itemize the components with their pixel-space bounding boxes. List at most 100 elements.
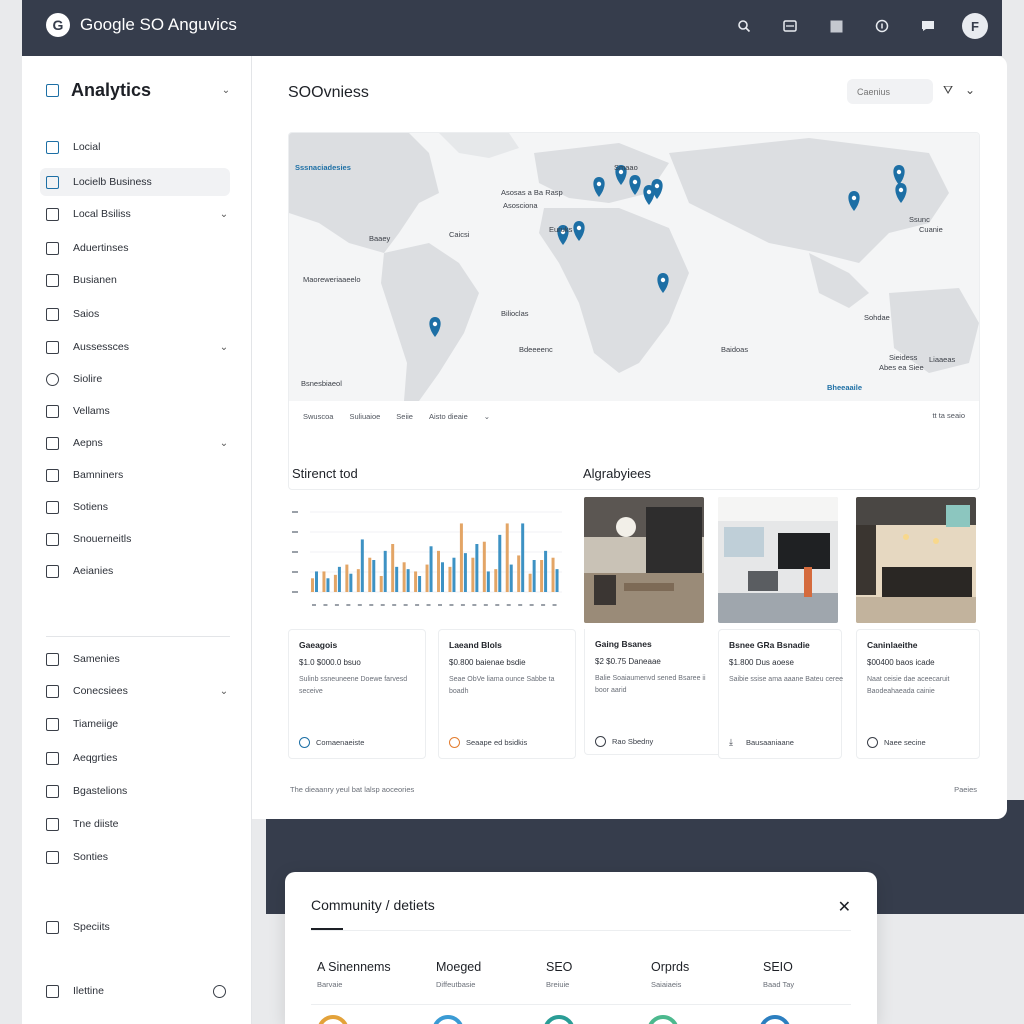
- chart-bar[interactable]: [326, 578, 330, 592]
- sidebar-item[interactable]: Sonties: [40, 844, 230, 870]
- chart-bar[interactable]: [345, 564, 349, 592]
- chart-bar[interactable]: [521, 523, 525, 592]
- chart-bar[interactable]: [414, 571, 418, 592]
- sidebar-item[interactable]: Tne diiste: [40, 811, 230, 837]
- sidebar-item[interactable]: Samenies: [40, 646, 230, 672]
- sidebar-item[interactable]: Saios: [40, 301, 230, 327]
- chart-bar[interactable]: [333, 574, 337, 592]
- map-region-label[interactable]: Maoreweriaaeelo: [303, 275, 361, 284]
- chart-bar[interactable]: [383, 550, 387, 592]
- brand[interactable]: G Google SO Anguvics: [46, 13, 237, 37]
- chart-bar[interactable]: [379, 576, 383, 592]
- chevron-down-icon[interactable]: ⌄: [965, 83, 975, 97]
- chart-bar[interactable]: [471, 557, 475, 592]
- map-footer-item[interactable]: Suliuaioe: [349, 412, 380, 421]
- chevron-down-icon[interactable]: ⌄: [484, 412, 490, 421]
- filter-icon[interactable]: ⛛: [943, 83, 953, 98]
- community-column[interactable]: A Sinennems Barvaie: [317, 960, 417, 989]
- map-region-label[interactable]: Smaao: [614, 163, 638, 172]
- card-footer[interactable]: Comaenaeiste: [299, 737, 364, 748]
- world-map[interactable]: [289, 133, 980, 401]
- chart-bar[interactable]: [441, 562, 444, 592]
- map-region-label[interactable]: Bsnesbiaeol: [301, 379, 342, 388]
- chart-bar[interactable]: [448, 566, 452, 592]
- chart-bar[interactable]: [463, 553, 467, 592]
- avatar[interactable]: F: [962, 13, 988, 39]
- chart-bar[interactable]: [368, 557, 372, 592]
- chart-bar[interactable]: [452, 557, 456, 592]
- map-region-label[interactable]: Caicsi: [449, 230, 469, 239]
- chart-bar[interactable]: [418, 576, 422, 592]
- chart-bar[interactable]: [517, 555, 521, 592]
- chart-bar[interactable]: [402, 562, 406, 592]
- map-footer-right[interactable]: tt ta seaio: [932, 411, 965, 420]
- chart-bar[interactable]: [459, 523, 463, 592]
- sidebar-item[interactable]: Tiameiige: [40, 711, 230, 737]
- chart-bar[interactable]: [337, 566, 341, 592]
- sidebar-item[interactable]: Local Bsiliss ⌄: [40, 201, 230, 227]
- chart-bar[interactable]: [475, 544, 479, 592]
- map-region-label[interactable]: Euruks: [549, 225, 572, 234]
- chart-bar[interactable]: [311, 578, 314, 592]
- chart-bar[interactable]: [356, 569, 360, 592]
- office-photo[interactable]: [584, 497, 704, 623]
- sidebar-item[interactable]: Aeqgrties: [40, 745, 230, 771]
- community-column[interactable]: SEIO Baad Tay: [763, 960, 863, 989]
- community-avatar-icon[interactable]: [432, 1015, 464, 1024]
- chart-bar[interactable]: [360, 539, 364, 592]
- map-region-label[interactable]: Asosciona: [503, 201, 538, 210]
- office-photo[interactable]: [856, 497, 976, 623]
- map-footer-item[interactable]: Seiie: [396, 412, 413, 421]
- community-avatar-icon[interactable]: [543, 1015, 575, 1024]
- main-footer-link[interactable]: Paeies: [954, 785, 977, 794]
- business-card[interactable]: Gaing Bsanes $2 $0.75 Daneaae Balie Soai…: [584, 629, 722, 755]
- sidebar-item[interactable]: Sotiens: [40, 494, 230, 520]
- sidebar-item[interactable]: Locielb Business: [40, 168, 230, 196]
- community-column[interactable]: Moeged Diffeutbasie: [436, 960, 536, 989]
- chart-bar[interactable]: [540, 560, 544, 592]
- community-column[interactable]: SEO Breiuie: [546, 960, 646, 989]
- chat-icon[interactable]: [916, 14, 940, 38]
- chart-bar[interactable]: [349, 573, 353, 592]
- chart-bar[interactable]: [532, 560, 536, 592]
- sidebar-item[interactable]: Aussessces ⌄: [40, 334, 230, 360]
- sidebar-header[interactable]: Analytics ⌄: [46, 80, 232, 101]
- chart-bar[interactable]: [425, 564, 429, 592]
- sidebar-item[interactable]: Ilettine: [40, 978, 230, 1004]
- card-footer[interactable]: Seaape ed bsidkis: [449, 737, 527, 748]
- sidebar-item[interactable]: Aduertinses: [40, 235, 230, 261]
- close-button[interactable]: ✕: [838, 897, 851, 917]
- office-photo[interactable]: [718, 497, 838, 623]
- radio-toggle[interactable]: [213, 984, 226, 998]
- map-region-label[interactable]: Sssnaciadesies: [295, 163, 351, 172]
- card-footer[interactable]: ⤓ Bausaaniaane: [729, 737, 794, 748]
- business-card[interactable]: Laeand Blols $0.800 baienae bsdie Seae O…: [438, 629, 576, 759]
- chart-bar[interactable]: [498, 534, 502, 592]
- chevron-down-icon[interactable]: ⌄: [218, 209, 230, 220]
- search-icon[interactable]: [732, 14, 756, 38]
- chart-bar[interactable]: [555, 569, 559, 592]
- chevron-down-icon[interactable]: ⌄: [220, 85, 232, 96]
- community-avatar-icon[interactable]: [759, 1015, 791, 1024]
- map-region-label[interactable]: Abes ea Siee: [879, 363, 924, 372]
- chart-bar[interactable]: [509, 564, 513, 592]
- help-icon[interactable]: [870, 14, 894, 38]
- chart-bar[interactable]: [505, 523, 509, 592]
- map-region-label[interactable]: Baaey: [369, 234, 390, 243]
- map-region-label[interactable]: Sohdae: [864, 313, 890, 322]
- grid-icon[interactable]: [824, 14, 848, 38]
- chart-bar[interactable]: [395, 566, 399, 592]
- business-card[interactable]: Bsnee GRa Bsnadie $1.800 Dus aoese Saibi…: [718, 629, 843, 759]
- map-footer-item[interactable]: Swuscoa: [303, 412, 333, 421]
- sidebar-item[interactable]: Aepns ⌄: [40, 430, 230, 456]
- map-footer-item[interactable]: Aisto dieaie: [429, 412, 468, 421]
- business-card[interactable]: Gaeagois $1.0 $000.0 bsuo Sulinb ssneune…: [288, 629, 426, 759]
- chart-bar[interactable]: [322, 571, 326, 592]
- chart-bar[interactable]: [486, 571, 490, 592]
- chart-bar[interactable]: [406, 569, 410, 592]
- card-footer[interactable]: Rao Sbedny: [595, 736, 653, 747]
- chevron-down-icon[interactable]: ⌄: [218, 686, 230, 697]
- sidebar-item[interactable]: Aeianies: [40, 558, 230, 584]
- chart-bar[interactable]: [372, 560, 376, 592]
- community-avatar-icon[interactable]: [647, 1015, 679, 1024]
